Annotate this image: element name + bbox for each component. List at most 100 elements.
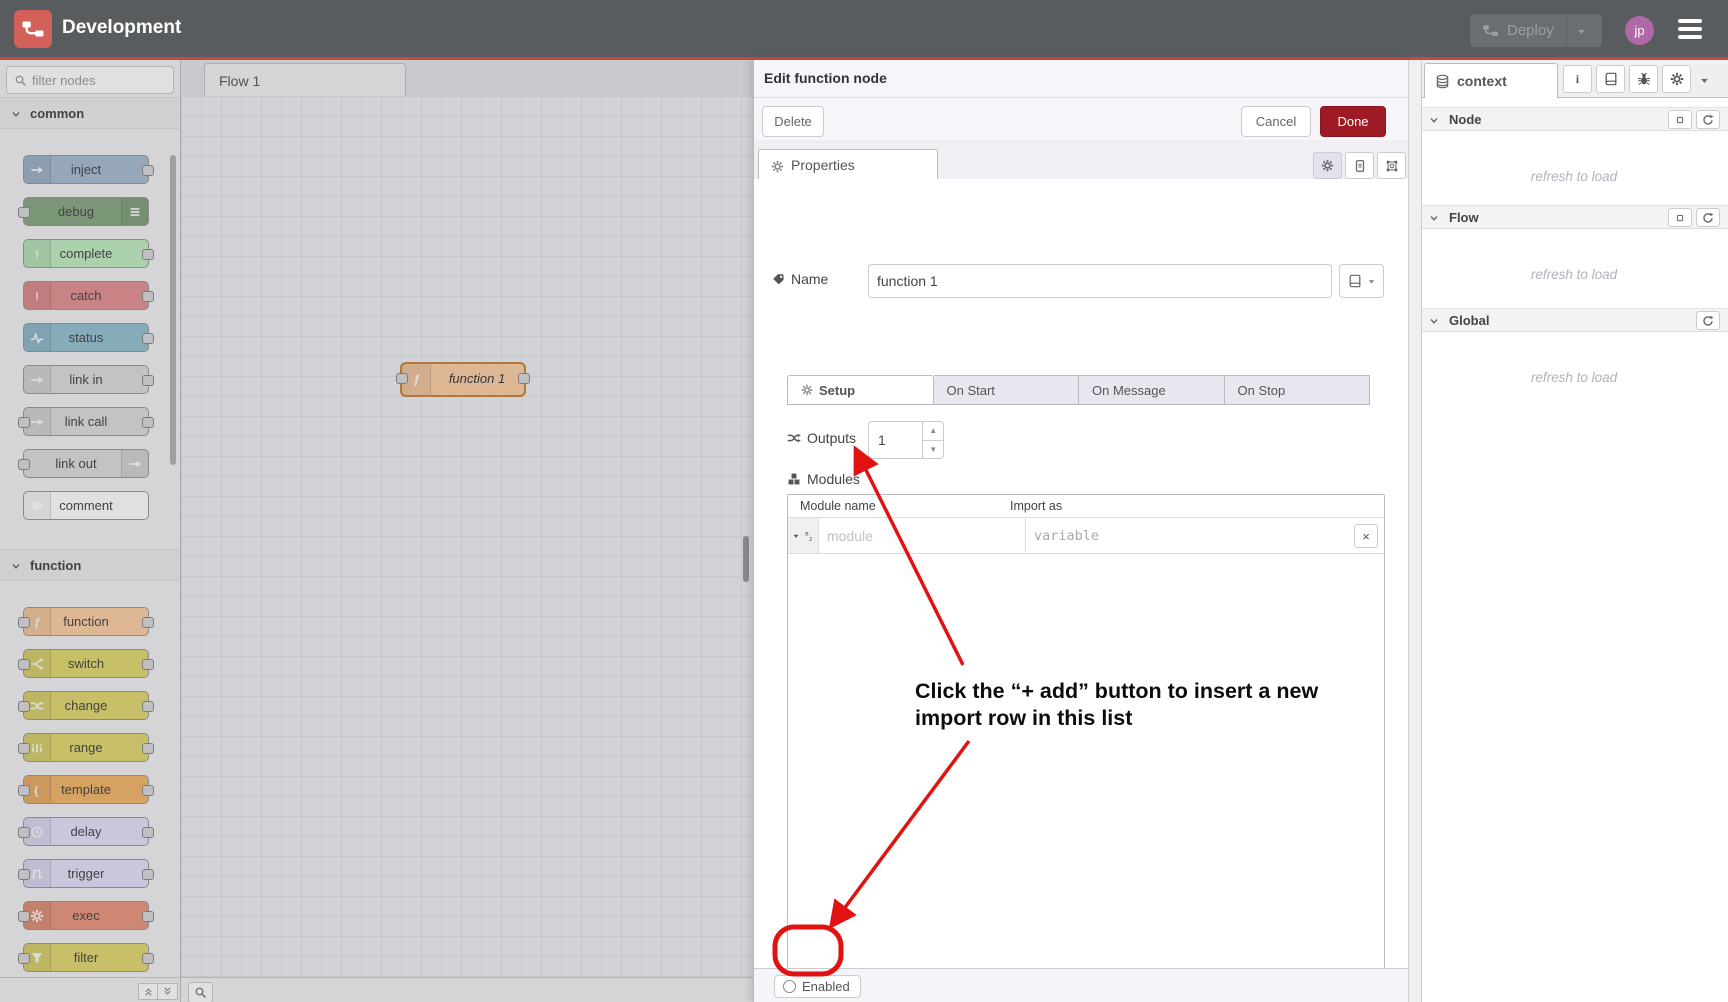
outputs-spinner-buttons[interactable]: ▲▼: [923, 422, 943, 458]
canvas-search-button[interactable]: [188, 982, 213, 1002]
chevron-down-icon: [1366, 276, 1377, 287]
flow-tab[interactable]: Flow 1: [204, 63, 406, 97]
caret-down-icon: [791, 531, 801, 541]
node-output-port: [142, 417, 154, 428]
open-in-window-button[interactable]: [1668, 208, 1692, 227]
outputs-value[interactable]: 1: [869, 422, 923, 458]
palette-node-label: link in: [24, 372, 148, 387]
module-row-handle[interactable]: [788, 518, 819, 553]
description-button[interactable]: [1345, 152, 1374, 179]
deploy-label: Deploy: [1507, 22, 1554, 39]
palette-node-delay[interactable]: delay: [23, 817, 149, 846]
palette-filter-input[interactable]: filter nodes: [6, 66, 174, 94]
tab-on-stop[interactable]: On Stop: [1225, 375, 1371, 405]
sidebar-section-global[interactable]: Global: [1420, 308, 1728, 332]
user-avatar[interactable]: jp: [1625, 16, 1654, 45]
tab-on-start[interactable]: On Start: [934, 375, 1080, 405]
tab-properties[interactable]: Properties: [758, 149, 938, 180]
palette-node-debug[interactable]: debug: [23, 197, 149, 226]
refresh-button[interactable]: [1696, 311, 1720, 330]
tab-help-button[interactable]: [1596, 65, 1625, 93]
name-input[interactable]: function 1: [868, 264, 1332, 298]
appearance-button[interactable]: [1377, 152, 1406, 179]
palette-node-comment[interactable]: comment: [23, 491, 149, 520]
node-input-port: [18, 827, 30, 838]
palette-node-change[interactable]: change: [23, 691, 149, 720]
database-icon: [1435, 73, 1450, 90]
workspace-canvas[interactable]: Flow 1 function 1: [181, 60, 753, 1002]
outputs-spinner[interactable]: 1 ▲▼: [868, 421, 944, 459]
sidebar-separator[interactable]: [1408, 60, 1422, 1002]
palette-expand-all-button[interactable]: [157, 983, 178, 1000]
node-input-port: [18, 459, 30, 470]
palette-filter-placeholder: filter nodes: [32, 73, 96, 88]
palette-scrollbar[interactable]: [170, 155, 176, 465]
label-options-button[interactable]: [1339, 264, 1384, 298]
node-output-port: [142, 333, 154, 344]
node-enabled-toggle[interactable]: Enabled: [774, 975, 861, 998]
palette-node-function[interactable]: function: [23, 607, 149, 636]
palette-node-inject[interactable]: inject: [23, 155, 149, 184]
sidebar-section-node[interactable]: Node: [1420, 107, 1728, 131]
palette-node-filter[interactable]: filter: [23, 943, 149, 972]
palette-node-complete[interactable]: complete: [23, 239, 149, 268]
cancel-button[interactable]: Cancel: [1241, 106, 1311, 137]
node-input-port: [18, 417, 30, 428]
palette-node-label: trigger: [24, 866, 148, 881]
sidebar-options-caret-icon[interactable]: [1698, 72, 1711, 90]
node-input-port: [18, 701, 30, 712]
sidebar-section-flow[interactable]: Flow: [1420, 205, 1728, 229]
module-name-input[interactable]: module: [819, 518, 1025, 553]
palette-node-link-call[interactable]: link call: [23, 407, 149, 436]
import-as-input[interactable]: variable: [1025, 518, 1354, 553]
module-row: module variable ×: [788, 518, 1384, 554]
function-node[interactable]: function 1: [400, 362, 526, 397]
spinner-down-icon[interactable]: ▼: [923, 441, 943, 459]
palette-node-exec[interactable]: exec: [23, 901, 149, 930]
canvas-vertical-scrollbar[interactable]: [743, 536, 749, 582]
palette-node-trigger[interactable]: trigger: [23, 859, 149, 888]
tab-config-button[interactable]: [1662, 65, 1691, 93]
tab-setup[interactable]: Setup: [787, 375, 934, 405]
spinner-up-icon[interactable]: ▲: [923, 422, 943, 441]
palette-node-status[interactable]: status: [23, 323, 149, 352]
palette-node-label: inject: [24, 162, 148, 177]
palette-collapse-all-button[interactable]: [138, 983, 159, 1000]
tab-context[interactable]: context: [1424, 63, 1558, 98]
tab-on-message[interactable]: On Message: [1079, 375, 1225, 405]
node-settings-button[interactable]: [1313, 152, 1342, 179]
palette-section-function[interactable]: function: [0, 549, 179, 581]
palette-node-link-in[interactable]: link in: [23, 365, 149, 394]
deploy-button[interactable]: Deploy: [1470, 14, 1602, 47]
deploy-options-caret-icon[interactable]: [1567, 22, 1597, 39]
delete-button[interactable]: Delete: [762, 106, 824, 137]
palette-node-switch[interactable]: switch: [23, 649, 149, 678]
palette-node-range[interactable]: range: [23, 733, 149, 762]
refresh-button[interactable]: [1696, 208, 1720, 227]
chevron-down-icon: [1428, 210, 1440, 225]
node-red-app: Development Deploy jp filter nodes commo…: [0, 0, 1728, 1002]
palette-node-catch[interactable]: catch: [23, 281, 149, 310]
tab-info-button[interactable]: [1563, 65, 1592, 93]
gear-icon: [801, 384, 813, 396]
palette-node-label: exec: [24, 908, 148, 923]
palette-node-template[interactable]: template: [23, 775, 149, 804]
palette-node-link-out[interactable]: link out: [23, 449, 149, 478]
function-tabs-underline: [787, 404, 1370, 405]
tab-debug-button[interactable]: [1629, 65, 1658, 93]
palette-section-common[interactable]: common: [0, 97, 179, 129]
remove-row-button[interactable]: ×: [1354, 524, 1378, 548]
chevron-down-icon: [10, 106, 22, 121]
function-node-input-port[interactable]: [396, 373, 408, 384]
palette-footer: [0, 977, 181, 1002]
done-button[interactable]: Done: [1320, 106, 1386, 137]
refresh-button[interactable]: [1696, 110, 1720, 129]
palette-node-label: switch: [24, 656, 148, 671]
function-node-output-port[interactable]: [518, 373, 530, 384]
canvas-grid[interactable]: function 1: [181, 96, 753, 977]
node-output-port: [142, 659, 154, 670]
palette-node-label: function: [24, 614, 148, 629]
open-in-window-button[interactable]: [1668, 110, 1692, 129]
main-menu-button[interactable]: [1678, 19, 1702, 39]
node-red-logo-icon: [14, 10, 52, 48]
